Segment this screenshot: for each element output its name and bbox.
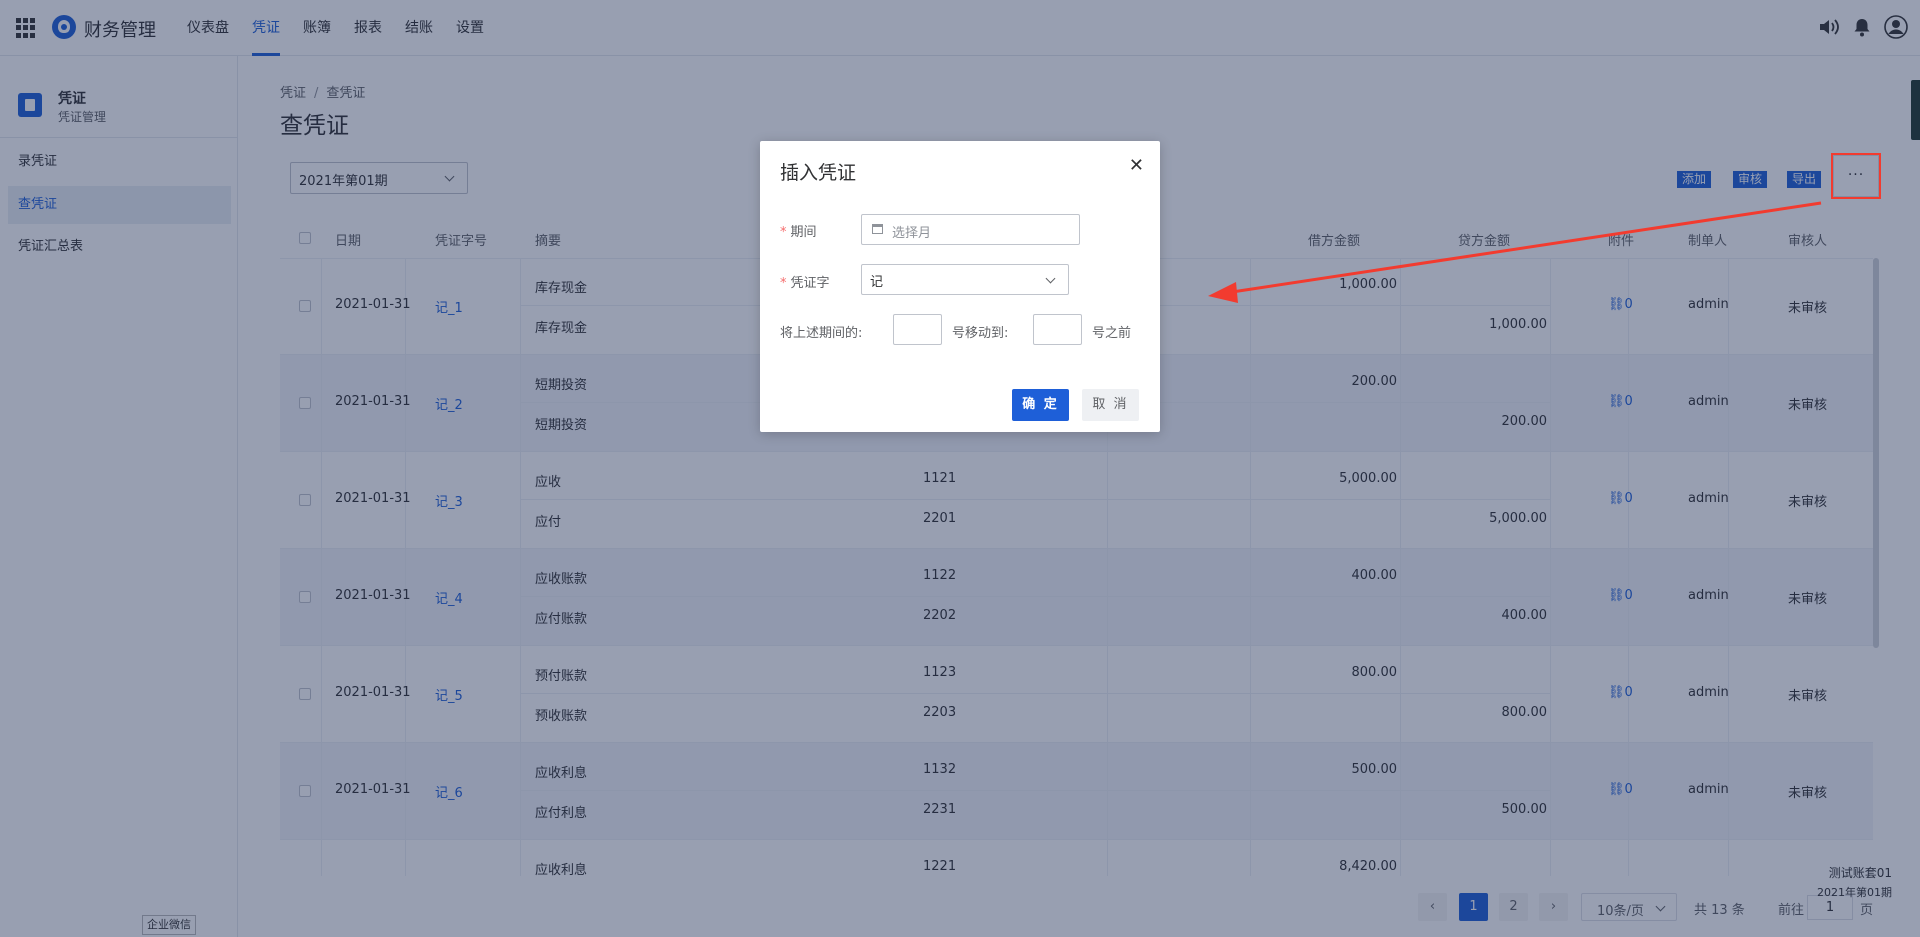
close-icon[interactable]: ✕ xyxy=(1129,155,1144,176)
chevron-down-icon xyxy=(1045,273,1056,284)
confirm-button[interactable]: 确 定 xyxy=(1012,389,1069,421)
voucher-word-value: 记 xyxy=(870,275,884,290)
period-placeholder: 选择月 xyxy=(892,226,932,241)
move-prefix-label: 将上述期间的: xyxy=(780,326,863,341)
move-suffix-label: 号之前 xyxy=(1092,326,1132,341)
move-to-input[interactable] xyxy=(1033,314,1082,345)
cancel-button[interactable]: 取 消 xyxy=(1082,389,1139,421)
voucher-word-label: * 凭证字 xyxy=(780,276,830,291)
period-label: * 期间 xyxy=(780,225,817,240)
move-from-input[interactable] xyxy=(893,314,942,345)
dialog-title: 插入凭证 xyxy=(780,162,857,184)
annotation-highlight-box xyxy=(1831,153,1881,199)
voucher-word-select[interactable]: 记 xyxy=(861,264,1069,295)
period-month-picker[interactable]: 选择月 xyxy=(861,214,1080,245)
insert-voucher-dialog: 插入凭证 ✕ * 期间 选择月 * 凭证字 记 将上述期间的: 号移动到: 号之前 … xyxy=(760,141,1160,432)
calendar-icon xyxy=(872,224,883,234)
move-middle-label: 号移动到: xyxy=(952,326,1009,341)
